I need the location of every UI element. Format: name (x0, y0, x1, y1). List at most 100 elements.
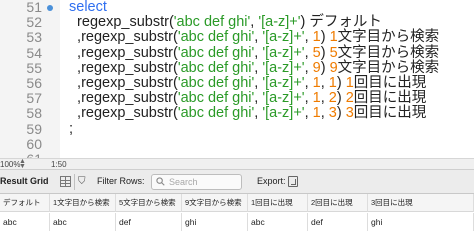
filter-rows-label: Filter Rows: (97, 176, 145, 186)
code-line[interactable]: 59; (0, 120, 474, 137)
code-token: regexp_substr( (69, 14, 174, 31)
result-grid[interactable]: デフォルト 1文字目から検索 5文字目から検索 9文字目から検索 1回目に出現 2回目に出… (0, 194, 474, 235)
code-line[interactable]: 54 ,regexp_substr('abc def ghi', '[a-z]+… (0, 44, 474, 61)
code-token: , (304, 59, 313, 76)
code-token: 回目に出現 (353, 90, 427, 107)
column-header[interactable]: デフォルト (0, 194, 50, 212)
code-text: ,regexp_substr('abc def ghi', '[a-z]+', … (69, 44, 439, 61)
code-token: '[a-z]+' (258, 14, 301, 31)
toolbar-divider (74, 174, 75, 190)
code-token: 9 (312, 59, 321, 76)
line-number: 51 (26, 0, 42, 15)
code-token: 回目に出現 (353, 105, 427, 122)
code-token: '[a-z]+' (262, 105, 305, 122)
column-header[interactable]: 9文字目から検索 (182, 194, 248, 212)
code-token: select (69, 0, 107, 15)
code-token: 3 (328, 105, 337, 122)
code-line[interactable]: 53 ,regexp_substr('abc def ghi', '[a-z]+… (0, 30, 474, 45)
code-token: 'abc def ghi' (177, 75, 255, 91)
table-cell[interactable]: def (308, 213, 368, 231)
code-text: ; (69, 121, 73, 137)
table-cell[interactable]: ghi (368, 213, 474, 231)
code-token: 'abc def ghi' (177, 59, 255, 76)
line-number: 57 (26, 90, 42, 107)
code-token: ) (320, 59, 330, 76)
column-header[interactable]: 5文字目から検索 (116, 194, 182, 212)
code-text: ,regexp_substr('abc def ghi', '[a-z]+', … (69, 30, 439, 45)
code-token: 文字目から検索 (337, 29, 440, 46)
line-number: 52 (26, 14, 42, 31)
code-token: , (320, 75, 329, 91)
code-line[interactable]: 51 select (0, 0, 474, 15)
zoom-level[interactable]: 100% (0, 160, 20, 169)
code-token: 1 (312, 29, 321, 46)
table-cell[interactable]: ghi (182, 213, 248, 231)
table-cell[interactable]: def (116, 213, 182, 231)
table-cell[interactable]: abc (248, 213, 308, 231)
column-header[interactable]: 2回目に出現 (308, 194, 368, 212)
code-token: '[a-z]+' (262, 59, 305, 76)
code-line[interactable]: 55 ,regexp_substr('abc def ghi', '[a-z]+… (0, 59, 474, 76)
current-statement-marker-icon (47, 5, 53, 11)
code-token: 9 (329, 59, 338, 76)
line-number: 60 (26, 135, 42, 152)
line-number: 54 (26, 44, 42, 61)
code-token: ) (336, 105, 346, 122)
column-header[interactable]: 1文字目から検索 (50, 194, 116, 212)
code-line[interactable]: 52 regexp_substr('abc def ghi', '[a-z]+'… (0, 15, 474, 30)
export-icon[interactable] (288, 176, 298, 187)
code-text: select (69, 0, 107, 15)
code-line[interactable]: 57 ,regexp_substr('abc def ghi', '[a-z]+… (0, 91, 474, 106)
code-token: ,regexp_substr( (69, 44, 178, 61)
line-number: 58 (26, 105, 42, 122)
code-token: ) (320, 29, 330, 46)
sql-editor[interactable]: 51 select 52 regexp_substr('abc def ghi', … (0, 0, 474, 158)
code-token: , (304, 90, 313, 107)
code-token: ) (320, 44, 330, 61)
code-text: ,regexp_substr('abc def ghi', '[a-z]+', … (69, 91, 426, 106)
code-token: 回目に出現 (353, 75, 427, 91)
code-token: 5 (312, 44, 321, 61)
code-token: '[a-z]+' (262, 29, 305, 46)
cursor-position: 1:50 (51, 160, 67, 169)
code-token: ) (336, 90, 346, 107)
code-line[interactable]: 58 ,regexp_substr('abc def ghi', '[a-z]+… (0, 106, 474, 121)
line-number: 56 (26, 75, 42, 91)
code-text: regexp_substr('abc def ghi', '[a-z]+') デ… (69, 15, 382, 30)
code-token: 1 (312, 105, 321, 122)
code-token: 1 (329, 29, 338, 46)
grid-view-icon[interactable] (60, 176, 71, 187)
table-cell[interactable]: abc (0, 213, 50, 231)
code-token: '[a-z]+' (262, 75, 305, 91)
code-token: 文字目から検索 (337, 59, 440, 76)
result-grid-label[interactable]: Result Grid (0, 176, 49, 186)
code-token: ,regexp_substr( (69, 75, 178, 91)
code-token: 'abc def ghi' (177, 29, 255, 46)
line-number: 53 (26, 29, 42, 46)
code-line[interactable]: 60 (0, 135, 474, 152)
grid-header-row: デフォルト 1文字目から検索 5文字目から検索 9文字目から検索 1回目に出現 2回目に出… (0, 194, 474, 212)
column-header[interactable]: 1回目に出現 (248, 194, 308, 212)
code-token: ,regexp_substr( (69, 59, 178, 76)
code-token: , (304, 75, 313, 91)
column-header[interactable]: 3回目に出現 (368, 194, 474, 212)
code-token: 'abc def ghi' (173, 14, 251, 31)
code-token: 1 (328, 75, 337, 91)
code-line[interactable]: 56 ,regexp_substr('abc def ghi', '[a-z]+… (0, 76, 474, 91)
code-token: ) (336, 75, 346, 91)
table-cell[interactable]: abc (50, 213, 116, 231)
code-text: ,regexp_substr('abc def ghi', '[a-z]+', … (69, 76, 426, 91)
table-row[interactable]: abc abc def ghi abc def ghi (0, 213, 474, 231)
search-box[interactable] (151, 174, 242, 190)
filter-icon[interactable]: ⛉ (78, 175, 90, 188)
code-token: , (304, 29, 313, 46)
code-token: 1 (312, 75, 321, 91)
zoom-stepper-icon[interactable]: ▲ ▼ (19, 158, 26, 170)
code-token: '[a-z]+' (262, 90, 305, 107)
line-number: 59 (26, 120, 42, 137)
code-token: '[a-z]+' (262, 44, 305, 61)
code-token: デフォルト (309, 14, 382, 31)
code-token: 'abc def ghi' (177, 44, 255, 61)
code-token: 1 (312, 90, 321, 107)
search-input[interactable] (169, 176, 239, 188)
